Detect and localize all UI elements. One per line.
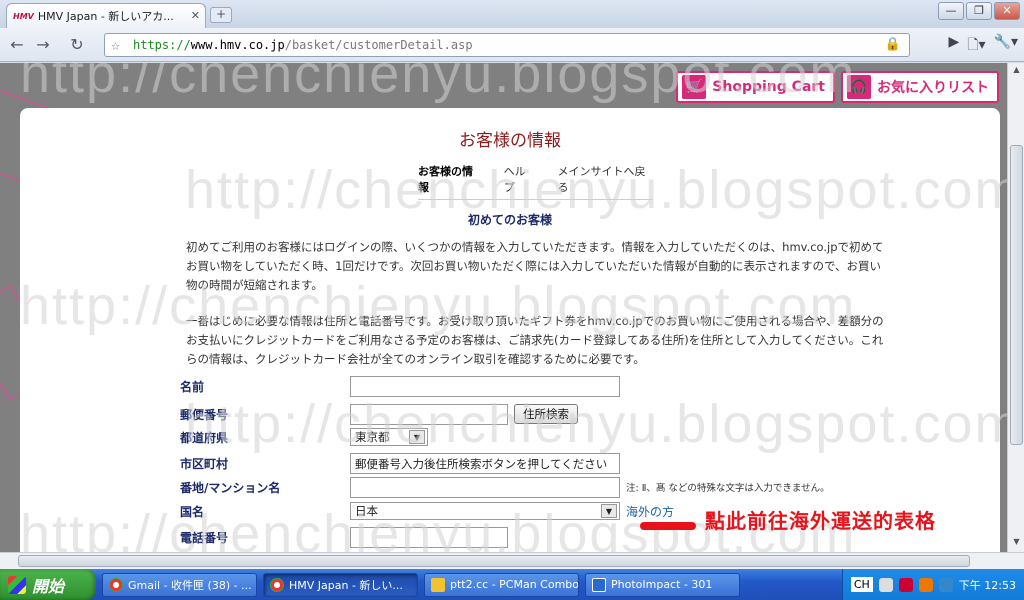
dropdown-arrow-icon: ▼ xyxy=(601,504,617,518)
vertical-scrollbar[interactable]: ▲ ▼ xyxy=(1007,63,1024,552)
intro-paragraph: 初めてご利用のお客様にはログインの際、いくつかの情報を入力していただきます。情報… xyxy=(186,240,884,292)
window-controls: — ❐ ✕ xyxy=(938,2,1020,20)
url-scheme: https:// xyxy=(133,38,191,52)
postal-row: 郵便番号 住所検索 xyxy=(180,403,578,425)
forward-icon[interactable]: → xyxy=(32,34,54,56)
chrome-icon xyxy=(270,577,284,592)
minimize-icon[interactable]: — xyxy=(938,2,964,20)
task-label: Gmail - 收件匣 (38) - ... xyxy=(128,578,252,592)
street-label: 番地/マンション名 xyxy=(180,480,281,495)
address-bar[interactable]: ☆ https://www.hmv.co.jp/basket/customerD… xyxy=(104,33,910,57)
task-label: HMV Japan - 新しい... xyxy=(289,578,403,592)
annotation-underline xyxy=(640,522,696,530)
name-row: 名前 xyxy=(180,375,620,397)
url-path: /basket/customerDetail.asp xyxy=(284,38,473,52)
start-label: 開始 xyxy=(32,576,65,596)
tab-title: HMV Japan - 新しいアカ... xyxy=(37,10,174,23)
phone-input[interactable] xyxy=(350,526,508,548)
new-tab-button[interactable]: + xyxy=(210,7,232,23)
chrome-icon xyxy=(109,577,123,592)
close-tab-icon[interactable]: ✕ xyxy=(191,9,200,22)
horizontal-scroll-thumb[interactable] xyxy=(18,555,970,567)
street-input[interactable] xyxy=(350,476,620,498)
prefecture-value: 東京都 xyxy=(355,430,390,444)
overseas-link[interactable]: 海外の方 xyxy=(626,503,674,520)
close-window-icon[interactable]: ✕ xyxy=(994,2,1020,20)
postal-code-input[interactable] xyxy=(350,403,508,425)
page-menu-icon[interactable]: 🗋▾ xyxy=(967,34,985,58)
country-row: 国名 日本 ▼ 海外の方 xyxy=(180,500,674,522)
clock: 下午 12:53 xyxy=(958,578,1016,592)
city-input[interactable]: 郵便番号入力後住所検索ボタンを押してください xyxy=(350,452,620,474)
browser-tab-hmv[interactable]: HMV HMV Japan - 新しいアカ... ✕ xyxy=(6,3,206,28)
country-label: 国名 xyxy=(180,504,205,519)
header-buttons: 🛒 Shopping Cart 🎧 お気に入りリスト xyxy=(676,71,999,103)
ime-mode-icon[interactable] xyxy=(878,577,893,592)
page-viewport: 🛒 Shopping Cart 🎧 お気に入りリスト お客様の情報 お客様の情報… xyxy=(0,63,1007,552)
address-search-button[interactable]: 住所検索 xyxy=(514,404,578,424)
section-title: 初めてのお客様 xyxy=(467,213,552,227)
tab-bar: HMV HMV Japan - 新しいアカ... ✕ + — ❐ ✕ xyxy=(0,0,1024,28)
prefecture-select[interactable]: 東京都 ▼ xyxy=(350,428,428,446)
start-button[interactable]: 開始 xyxy=(0,569,96,600)
country-value: 日本 xyxy=(355,504,378,518)
right-tools: ▶ 🗋▾ 🔧▾ xyxy=(948,34,1018,58)
scroll-up-icon[interactable]: ▲ xyxy=(1010,65,1023,78)
security-shield-icon[interactable] xyxy=(918,577,933,592)
taskbar: 開始 Gmail - 收件匣 (38) - ... HMV Japan - 新し… xyxy=(0,569,1024,600)
subnav-main-site[interactable]: メインサイトへ戻る xyxy=(558,163,654,195)
hmv-favicon-icon: HMV xyxy=(13,11,34,21)
browser-toolbar: ← → ↻ ☆ https://www.hmv.co.jp/basket/cus… xyxy=(0,28,1024,62)
scroll-down-icon[interactable]: ▼ xyxy=(1010,537,1023,550)
maximize-icon[interactable]: ❐ xyxy=(966,2,992,20)
prefecture-label: 都道府県 xyxy=(180,430,229,445)
annotation-text: 點此前往海外運送的表格 xyxy=(705,509,936,533)
headphones-icon: 🎧 xyxy=(847,75,871,99)
taskbar-item-hmv[interactable]: HMV Japan - 新しい... xyxy=(263,572,418,597)
play-icon[interactable]: ▶ xyxy=(948,34,959,58)
taskbar-item-photoimpact[interactable]: PhotoImpact - 301 xyxy=(585,572,740,597)
network-icon[interactable] xyxy=(938,577,953,592)
street-row: 番地/マンション名 注: Ⅱ、髙 などの特殊な文字は入力できません。 xyxy=(180,476,830,498)
vertical-scroll-thumb[interactable] xyxy=(1010,145,1023,445)
city-row: 市区町村 郵便番号入力後住所検索ボタンを押してください xyxy=(180,452,620,474)
subnav-customer-info[interactable]: お客様の情報 xyxy=(418,163,482,195)
windows-logo-icon xyxy=(8,575,26,594)
dropdown-arrow-icon: ▼ xyxy=(409,430,425,444)
shopping-cart-label: Shopping Cart xyxy=(712,79,825,95)
pcman-icon xyxy=(431,577,445,592)
system-tray: CH 下午 12:53 xyxy=(841,569,1024,600)
page-title: お客様の情報 xyxy=(459,131,561,151)
ime-indicator[interactable]: CH xyxy=(850,577,873,592)
taskbar-item-pcman[interactable]: ptt2.cc - PCMan Combo xyxy=(424,572,579,597)
subnav-help[interactable]: ヘルプ xyxy=(504,163,536,195)
lock-icon[interactable]: 🔒 xyxy=(885,37,901,52)
special-char-note: 注: Ⅱ、髙 などの特殊な文字は入力できません。 xyxy=(626,483,830,494)
url-host: www.hmv.co.jp xyxy=(190,38,285,52)
back-icon[interactable]: ← xyxy=(6,34,28,56)
postal-label: 郵便番号 xyxy=(180,407,229,422)
horizontal-scrollbar[interactable] xyxy=(0,552,1024,569)
phone-label: 電話番号 xyxy=(180,530,229,545)
bookmark-star-icon[interactable]: ☆ xyxy=(111,36,120,54)
phone-row: 電話番号 xyxy=(180,526,508,548)
task-label: PhotoImpact - 301 xyxy=(611,578,713,591)
name-input[interactable] xyxy=(350,375,620,397)
taskbar-item-gmail[interactable]: Gmail - 收件匣 (38) - ... xyxy=(102,572,257,597)
name-label: 名前 xyxy=(180,379,205,394)
reload-icon[interactable]: ↻ xyxy=(66,34,88,56)
wishlist-button[interactable]: 🎧 お気に入りリスト xyxy=(841,71,999,103)
country-select[interactable]: 日本 ▼ xyxy=(350,502,620,520)
city-label: 市区町村 xyxy=(180,456,229,471)
antivirus-icon[interactable] xyxy=(898,577,913,592)
wrench-icon[interactable]: 🔧▾ xyxy=(994,34,1018,58)
sub-navigation: お客様の情報 ヘルプ メインサイトへ戻る xyxy=(418,163,653,200)
requirements-paragraph: 一番はじめに必要な情報は住所と電話番号です。お受け取り頂いたギフト券をhmv.c… xyxy=(186,314,884,366)
task-label: ptt2.cc - PCMan Combo xyxy=(450,578,579,591)
cart-icon: 🛒 xyxy=(682,75,707,99)
wishlist-label: お気に入りリスト xyxy=(877,80,989,96)
shopping-cart-button[interactable]: 🛒 Shopping Cart xyxy=(676,71,835,103)
photoimpact-icon xyxy=(592,577,606,592)
prefecture-row: 都道府県 東京都 ▼ xyxy=(180,426,428,448)
